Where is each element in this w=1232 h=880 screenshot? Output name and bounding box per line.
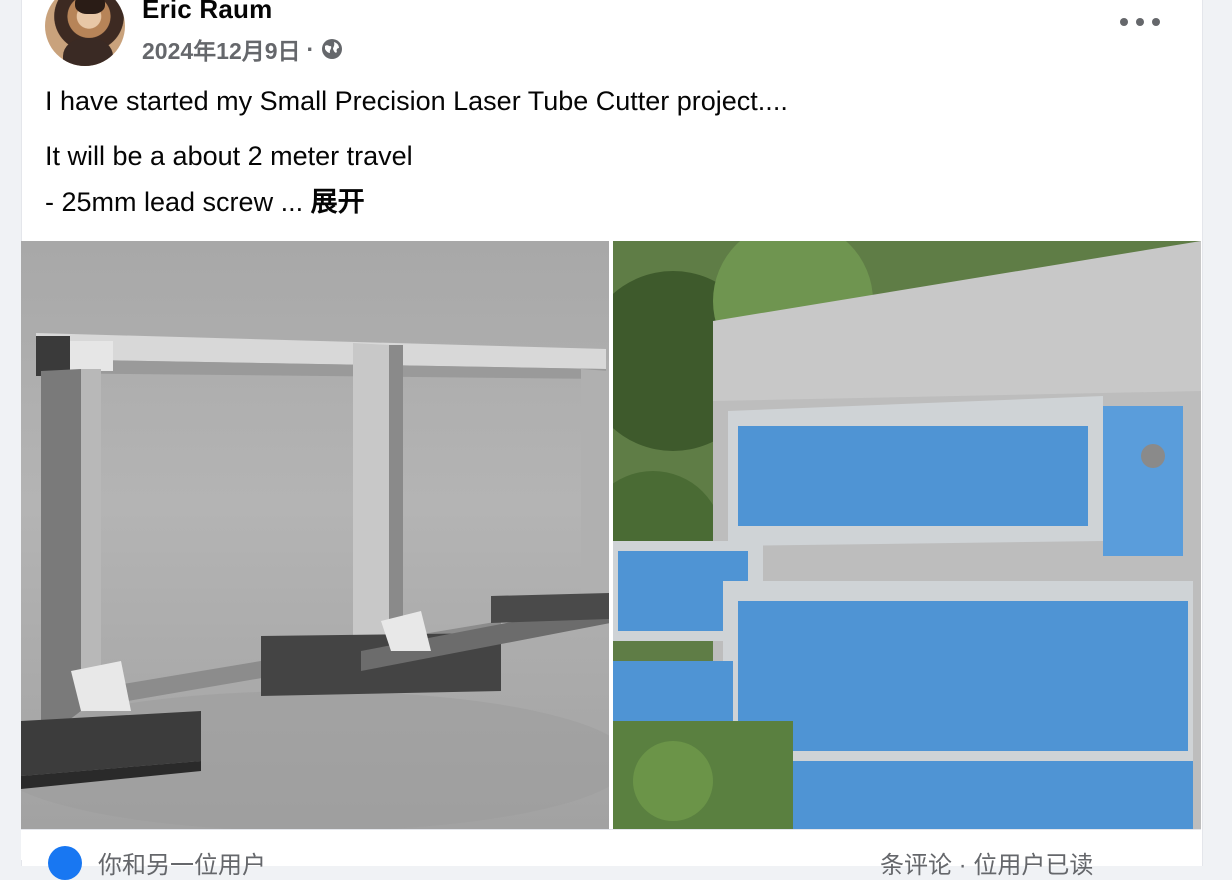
reactions-summary[interactable]: 你和另一位用户 (98, 845, 266, 880)
post-meta: 2024年12月9日 · (142, 32, 344, 66)
post-text-line-3-wrap: - 25mm lead screw ... 展开 (45, 180, 365, 219)
more-horizontal-icon[interactable] (1120, 10, 1160, 34)
reaction-like-icon[interactable] (48, 846, 82, 880)
globe-icon[interactable] (320, 37, 344, 61)
meta-separator: · (306, 35, 315, 62)
post-text-line-1: I have started my Small Precision Laser … (45, 86, 788, 116)
post-text-line-2: It will be a about 2 meter travel (45, 141, 413, 171)
photo-grid (21, 241, 1201, 829)
post-date[interactable]: 2024年12月9日 (142, 32, 301, 66)
see-more-link[interactable]: 展开 (311, 187, 365, 217)
photo-enclosures[interactable] (613, 241, 1201, 829)
post-text-line-3: - 25mm lead screw ... (45, 187, 304, 217)
comments-summary[interactable]: 条评论 · 位用户已读 (880, 845, 1093, 880)
photo-frame-render[interactable] (21, 241, 609, 829)
author-name[interactable]: Eric Raum (142, 0, 272, 25)
